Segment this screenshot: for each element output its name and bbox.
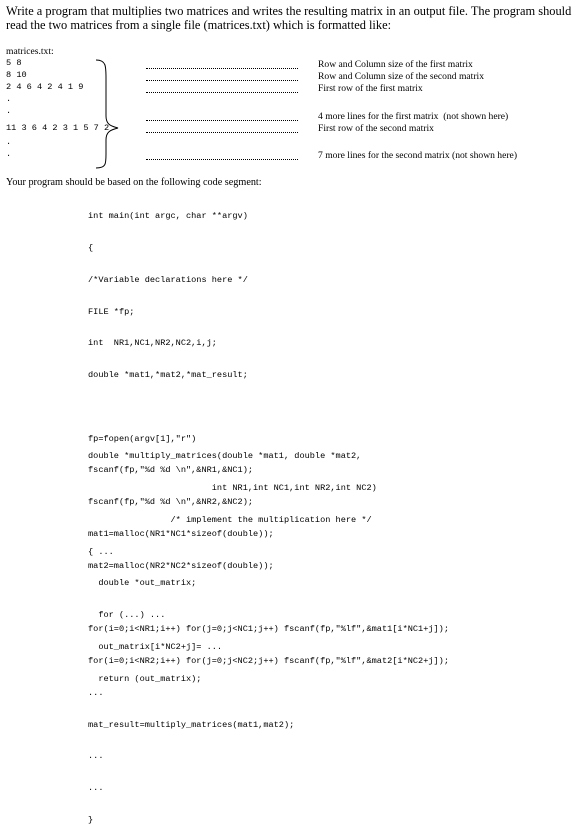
- code-line: ...: [88, 783, 104, 794]
- code-line: ...: [88, 751, 104, 762]
- curly-brace-icon: [95, 59, 119, 169]
- file-line-2: 8 10: [6, 70, 27, 80]
- file-line-4: .: [6, 94, 12, 104]
- dotted-leader-4: [146, 120, 298, 121]
- annotation-6: 7 more lines for the second matrix (not …: [318, 150, 518, 161]
- code-line: /*Variable declarations here */: [88, 274, 248, 285]
- annotation-1: Row and Column size of the first matrix: [318, 59, 473, 70]
- file-label: matrices.txt:: [6, 46, 54, 57]
- file-line-1: 5 8: [6, 58, 22, 68]
- annotation-4: 4 more lines for the first matrix (not s…: [318, 111, 509, 122]
- code-line: double *out_matrix;: [88, 578, 197, 589]
- code-line: mat_result=multiply_matrices(mat1,mat2);: [88, 719, 295, 730]
- file-line-7: .: [6, 137, 12, 147]
- annotation-5: First row of the second matrix: [318, 123, 434, 134]
- code-line: double *mat1,*mat2,*mat_result;: [88, 370, 248, 381]
- dotted-leader-5: [146, 132, 298, 133]
- code-line: /* implement the multiplication here */: [88, 514, 372, 525]
- code-line: double *multiply_matrices(double *mat1, …: [88, 451, 362, 462]
- code-function-block: double *multiply_matrices(double *mat1, …: [88, 430, 377, 695]
- dotted-leader-2: [146, 80, 298, 81]
- code-line: {: [88, 242, 94, 253]
- code-line: int NR1,NC1,NR2,NC2,i,j;: [88, 338, 217, 349]
- intro-paragraph: Write a program that multiplies two matr…: [6, 4, 572, 32]
- code-line: int main(int argc, char **argv): [88, 211, 248, 222]
- file-line-5: .: [6, 106, 12, 116]
- dotted-leader-3: [146, 92, 298, 93]
- code-line: return (out_matrix);: [88, 673, 202, 684]
- code-line: for (...) ...: [88, 610, 166, 621]
- annotation-3: First row of the first matrix: [318, 83, 423, 94]
- dotted-leader-1: [146, 68, 298, 69]
- segment-intro: Your program should be based on the foll…: [6, 177, 262, 188]
- code-line: ​: [88, 402, 449, 413]
- file-line-8: .: [6, 149, 12, 159]
- code-line: { ...: [88, 546, 114, 557]
- code-line: }: [88, 815, 94, 826]
- code-line: FILE *fp;: [88, 306, 135, 317]
- code-line: int NR1,int NC1,int NR2,int NC2): [88, 482, 377, 493]
- file-line-3: 2 4 6 4 2 4 1 9: [6, 82, 84, 92]
- code-line: out_matrix[i*NC2+j]= ...: [88, 641, 223, 652]
- annotation-2: Row and Column size of the second matrix: [318, 71, 484, 82]
- dotted-leader-6: [146, 159, 298, 160]
